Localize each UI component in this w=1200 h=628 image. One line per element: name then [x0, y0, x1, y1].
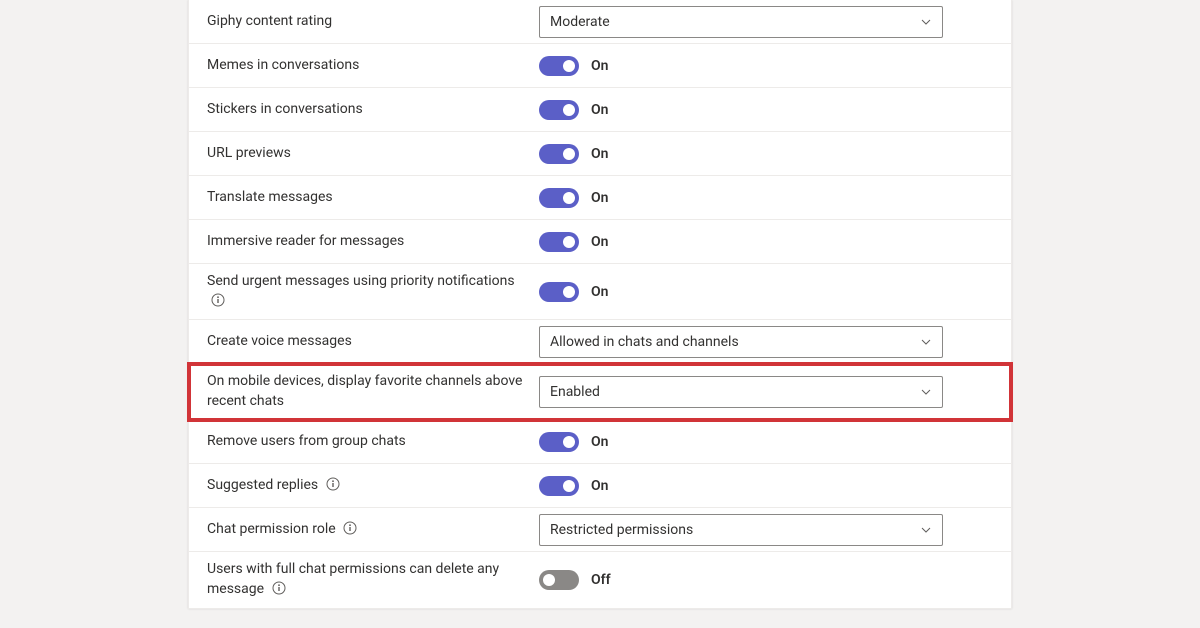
row-immersive-reader: Immersive reader for messages On: [189, 220, 1011, 264]
dropdown-value: Restricted permissions: [550, 522, 693, 538]
dropdown-chat-permission-role[interactable]: Restricted permissions: [539, 514, 943, 546]
row-url-previews: URL previews On: [189, 132, 1011, 176]
toggle-state: On: [591, 478, 608, 494]
toggle-url-previews[interactable]: On: [539, 144, 608, 164]
label-voice-messages: Create voice messages: [207, 332, 539, 352]
dropdown-value: Moderate: [550, 14, 610, 30]
toggle-memes[interactable]: On: [539, 56, 608, 76]
toggle-translate[interactable]: On: [539, 188, 608, 208]
label-immersive-reader: Immersive reader for messages: [207, 232, 539, 252]
toggle-state: On: [591, 146, 608, 162]
dropdown-voice-messages[interactable]: Allowed in chats and channels: [539, 326, 943, 358]
toggle-immersive-reader[interactable]: On: [539, 232, 608, 252]
label-delete-any-message: Users with full chat permissions can del…: [207, 560, 539, 599]
chevron-down-icon: [920, 386, 932, 398]
label-translate: Translate messages: [207, 188, 539, 208]
row-suggested-replies: Suggested replies On: [189, 464, 1011, 508]
row-translate: Translate messages On: [189, 176, 1011, 220]
label-stickers: Stickers in conversations: [207, 100, 539, 120]
toggle-state: On: [591, 434, 608, 450]
toggle-state: Off: [591, 572, 611, 588]
toggle-state: On: [591, 234, 608, 250]
toggle-stickers[interactable]: On: [539, 100, 608, 120]
dropdown-mobile-favorite-channels[interactable]: Enabled: [539, 376, 943, 408]
label-chat-permission-role: Chat permission role: [207, 520, 539, 540]
label-mobile-favorite-channels: On mobile devices, display favorite chan…: [207, 372, 539, 411]
toggle-remove-users[interactable]: On: [539, 432, 608, 452]
label-giphy-content-rating: Giphy content rating: [207, 12, 539, 32]
label-memes: Memes in conversations: [207, 56, 539, 76]
row-remove-users: Remove users from group chats On: [189, 420, 1011, 464]
row-giphy-content-rating: Giphy content rating Moderate: [189, 0, 1011, 44]
dropdown-giphy-content-rating[interactable]: Moderate: [539, 6, 943, 38]
row-memes: Memes in conversations On: [189, 44, 1011, 88]
dropdown-value: Enabled: [550, 384, 600, 400]
row-mobile-favorite-channels: On mobile devices, display favorite chan…: [189, 364, 1011, 420]
toggle-urgent-messages[interactable]: On: [539, 282, 608, 302]
label-suggested-replies: Suggested replies: [207, 476, 539, 496]
toggle-delete-any-message[interactable]: Off: [539, 570, 611, 590]
info-icon[interactable]: [343, 521, 357, 535]
row-stickers: Stickers in conversations On: [189, 88, 1011, 132]
toggle-state: On: [591, 58, 608, 74]
messaging-policy-settings: Giphy content rating Moderate Memes in c…: [188, 0, 1012, 609]
dropdown-value: Allowed in chats and channels: [550, 334, 739, 350]
toggle-state: On: [591, 102, 608, 118]
label-urgent-messages: Send urgent messages using priority noti…: [207, 272, 539, 311]
chevron-down-icon: [920, 16, 932, 28]
info-icon[interactable]: [326, 477, 340, 491]
row-chat-permission-role: Chat permission role Restricted permissi…: [189, 508, 1011, 552]
row-urgent-messages: Send urgent messages using priority noti…: [189, 264, 1011, 320]
chevron-down-icon: [920, 524, 932, 536]
toggle-state: On: [591, 190, 608, 206]
row-voice-messages: Create voice messages Allowed in chats a…: [189, 320, 1011, 364]
toggle-suggested-replies[interactable]: On: [539, 476, 608, 496]
label-url-previews: URL previews: [207, 144, 539, 164]
info-icon[interactable]: [211, 293, 225, 307]
info-icon[interactable]: [272, 581, 286, 595]
label-remove-users: Remove users from group chats: [207, 432, 539, 452]
toggle-state: On: [591, 284, 608, 300]
chevron-down-icon: [920, 336, 932, 348]
row-delete-any-message: Users with full chat permissions can del…: [189, 552, 1011, 607]
